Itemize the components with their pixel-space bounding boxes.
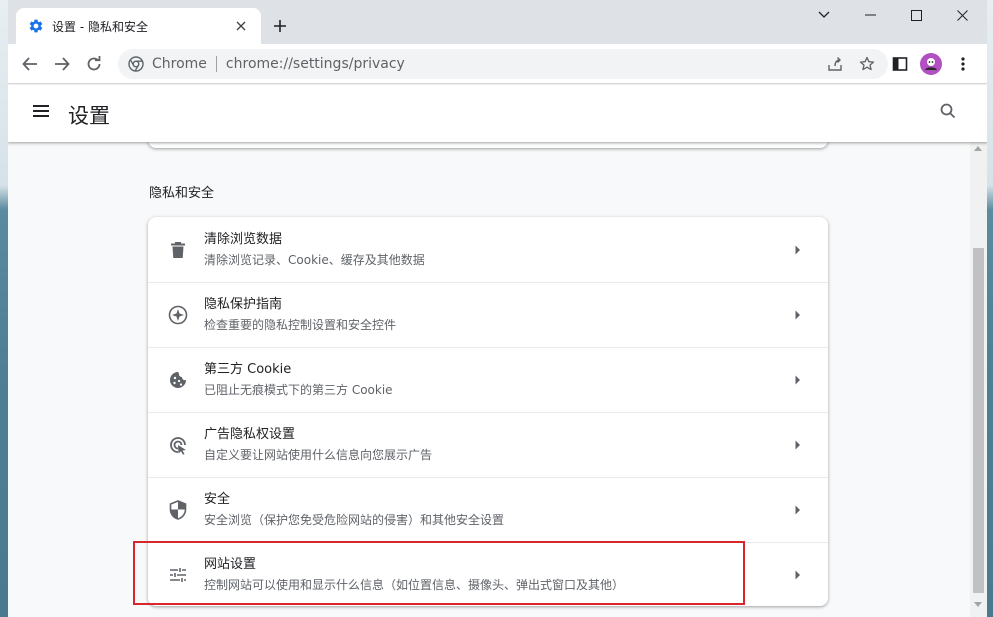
row-subtitle: 已阻止无痕模式下的第三方 Cookie <box>204 383 393 397</box>
row-subtitle: 自定义要让网站使用什么信息向您展示广告 <box>204 448 433 462</box>
trash-icon <box>166 238 190 262</box>
row-third-party-cookies[interactable]: 第三方 Cookie 已阻止无痕模式下的第三方 Cookie <box>148 347 828 412</box>
forward-button[interactable] <box>48 50 76 78</box>
avatar <box>920 53 942 75</box>
privacy-card: 清除浏览数据 清除浏览记录、Cookie、缓存及其他数据 隐私保护指南 检查重要… <box>148 217 828 606</box>
hamburger-menu-icon[interactable] <box>32 103 52 123</box>
chevron-right-icon <box>788 305 808 325</box>
settings-gear-icon <box>28 18 44 34</box>
row-subtitle: 检查重要的隐私控制设置和安全控件 <box>204 318 397 332</box>
tab-search-button[interactable] <box>801 0 847 30</box>
close-window-button[interactable] <box>939 0 985 30</box>
scroll-down-arrow-icon[interactable] <box>974 602 982 607</box>
chevron-right-icon <box>788 435 808 455</box>
omnibox-separator <box>215 56 217 72</box>
bookmark-star-icon[interactable] <box>856 53 878 75</box>
settings-header: 设置 <box>8 85 987 142</box>
chevron-right-icon <box>788 565 808 585</box>
ad-privacy-icon <box>166 433 190 457</box>
search-icon[interactable] <box>940 103 962 125</box>
row-title: 第三方 Cookie <box>204 362 292 377</box>
profile-avatar[interactable] <box>919 52 943 76</box>
minimize-button[interactable] <box>847 0 893 30</box>
new-tab-button[interactable] <box>268 14 292 38</box>
toolbar: Chrome chrome://settings/privacy <box>8 44 987 84</box>
row-subtitle: 安全浏览（保护您免受危险网站的侵害）和其他安全设置 <box>204 513 505 527</box>
desktop-background-right <box>987 0 993 617</box>
row-title: 清除浏览数据 <box>204 231 283 247</box>
tab-title: 设置 - 隐私和安全 <box>52 19 148 34</box>
cookie-icon <box>166 368 190 392</box>
browser-window: 设置 - 隐私和安全 Chrome chrome://settings/priv… <box>8 0 987 617</box>
share-icon[interactable] <box>824 53 846 75</box>
scrollbar-thumb[interactable] <box>973 248 984 593</box>
omnibox-chip: Chrome <box>152 56 207 72</box>
row-title: 安全 <box>204 492 231 507</box>
row-ad-privacy[interactable]: 广告隐私权设置 自定义要让网站使用什么信息向您展示广告 <box>148 412 828 477</box>
scrollbar[interactable] <box>970 142 987 617</box>
row-title: 广告隐私权设置 <box>204 427 296 442</box>
section-title: 隐私和安全 <box>149 186 215 201</box>
settings-content: 隐私和安全 清除浏览数据 清除浏览记录、Cookie、缓存及其他数据 隐私保护指… <box>8 142 987 617</box>
maximize-button[interactable] <box>893 0 939 30</box>
chevron-right-icon <box>788 370 808 390</box>
page-title: 设置 <box>68 104 110 128</box>
chevron-right-icon <box>788 500 808 520</box>
row-title: 隐私保护指南 <box>204 297 283 312</box>
address-bar[interactable]: Chrome chrome://settings/privacy <box>118 49 888 79</box>
row-subtitle: 控制网站可以使用和显示什么信息（如位置信息、摄像头、弹出式窗口及其他） <box>204 578 625 592</box>
previous-section-card <box>148 142 828 148</box>
tab-settings-privacy[interactable]: 设置 - 隐私和安全 <box>16 8 261 44</box>
row-site-settings[interactable]: 网站设置 控制网站可以使用和显示什么信息（如位置信息、摄像头、弹出式窗口及其他） <box>148 542 828 607</box>
url-text[interactable]: chrome://settings/privacy <box>226 56 405 72</box>
chrome-logo-icon <box>128 56 144 72</box>
compass-icon <box>166 303 190 327</box>
more-menu-icon[interactable] <box>951 52 975 76</box>
reload-button[interactable] <box>80 50 108 78</box>
row-clear-browsing-data[interactable]: 清除浏览数据 清除浏览记录、Cookie、缓存及其他数据 <box>148 217 828 282</box>
row-title: 网站设置 <box>204 557 257 572</box>
chevron-right-icon <box>788 240 808 260</box>
row-privacy-guide[interactable]: 隐私保护指南 检查重要的隐私控制设置和安全控件 <box>148 282 828 347</box>
scroll-up-arrow-icon[interactable] <box>974 146 982 151</box>
row-subtitle: 清除浏览记录、Cookie、缓存及其他数据 <box>204 252 425 267</box>
tune-icon <box>166 563 190 587</box>
shield-icon <box>166 498 190 522</box>
row-security[interactable]: 安全 安全浏览（保护您免受危险网站的侵害）和其他安全设置 <box>148 477 828 542</box>
back-button[interactable] <box>16 50 44 78</box>
side-panel-icon[interactable] <box>888 52 912 76</box>
close-icon[interactable] <box>231 16 251 36</box>
tab-strip: 设置 - 隐私和安全 <box>8 0 987 44</box>
